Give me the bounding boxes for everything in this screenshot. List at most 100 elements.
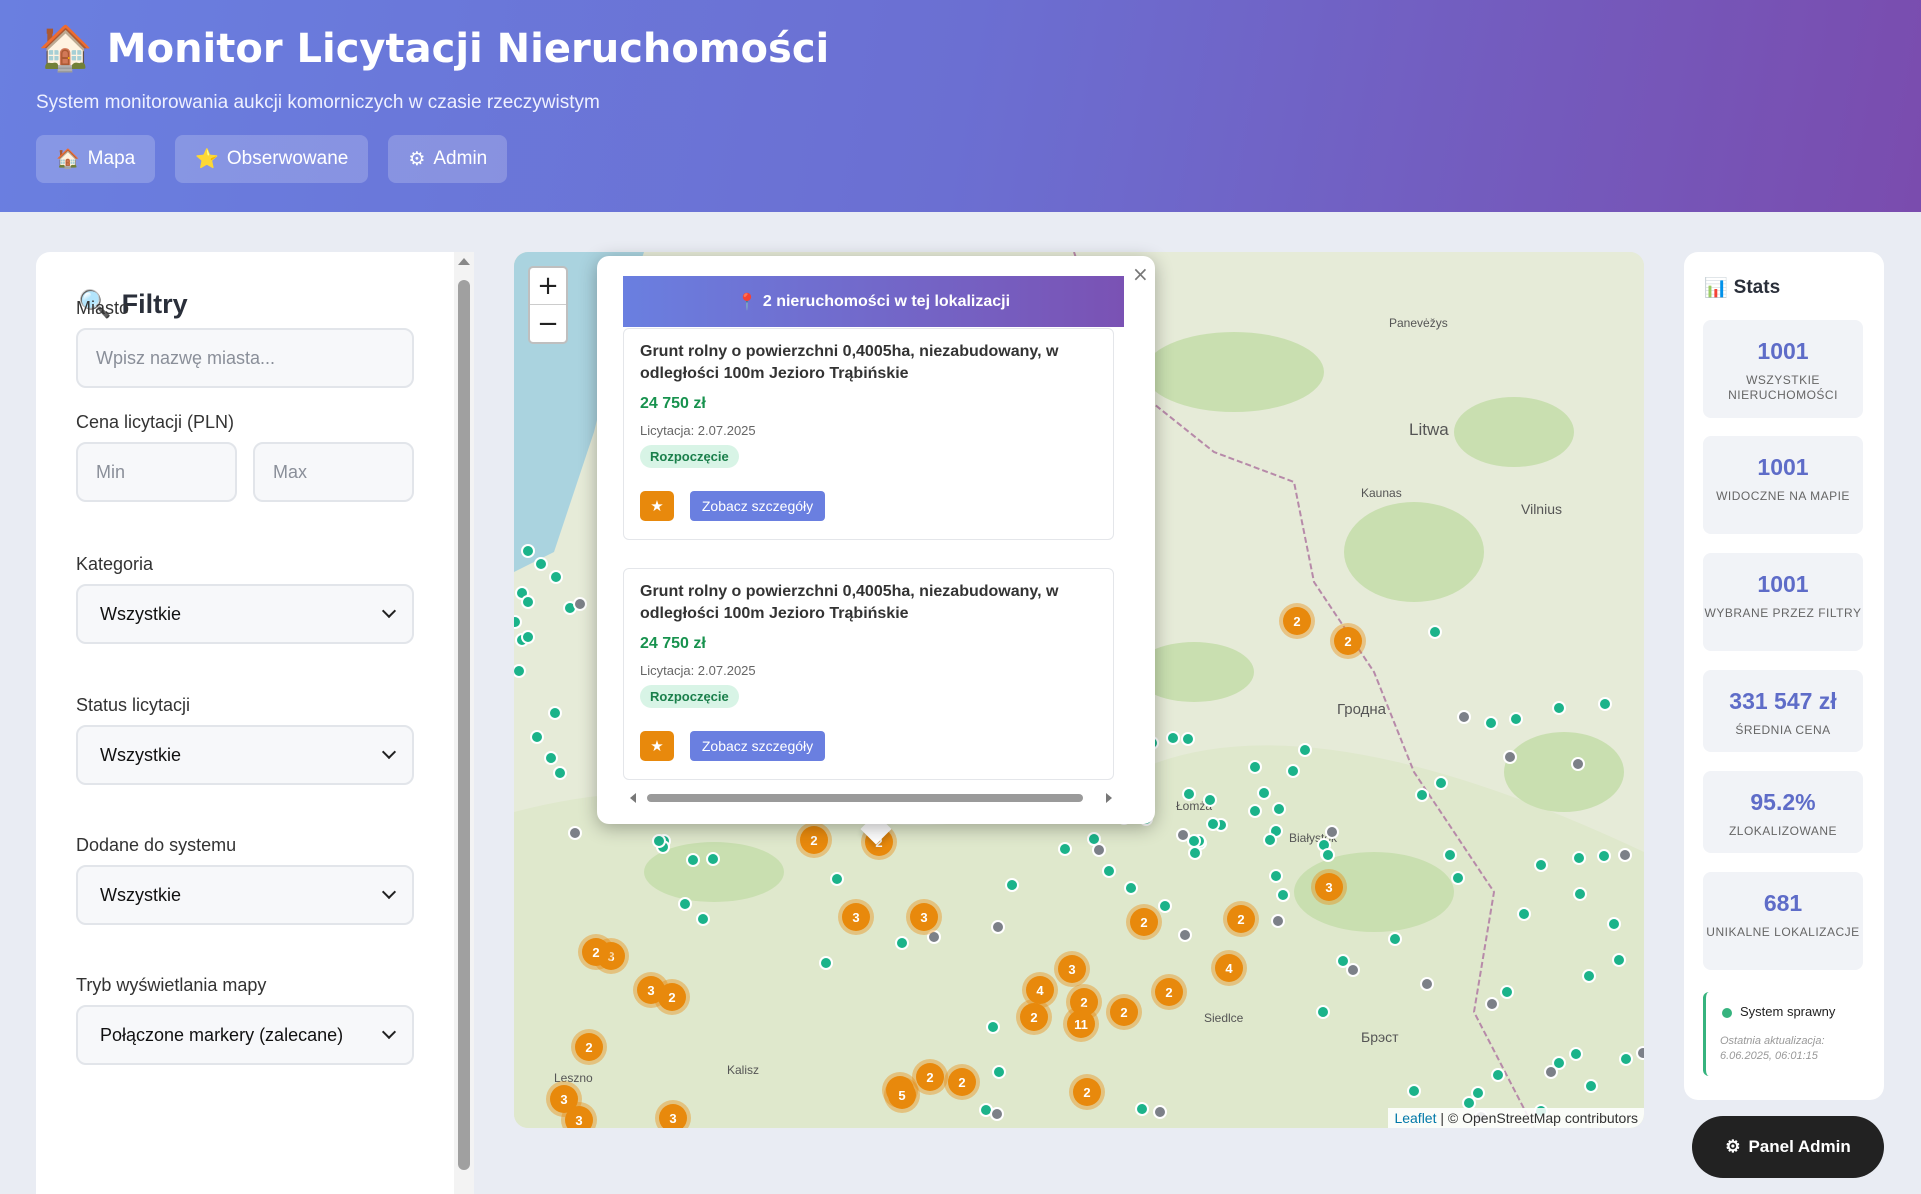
zoom-out-button[interactable]: − (530, 305, 566, 342)
property-marker[interactable] (1471, 1086, 1485, 1100)
property-marker[interactable] (1248, 760, 1262, 774)
city-input[interactable]: Wpisz nazwę miasta... (76, 328, 414, 388)
marker-cluster[interactable]: 3 (633, 972, 669, 1008)
added-select[interactable]: Wszystkie (76, 865, 414, 925)
property-marker[interactable] (1321, 848, 1335, 862)
marker-cluster[interactable]: 3 (1311, 869, 1347, 905)
marker-cluster[interactable]: 2 (1106, 994, 1142, 1030)
property-marker[interactable] (1598, 697, 1612, 711)
property-marker[interactable] (1503, 750, 1517, 764)
property-marker[interactable] (1572, 851, 1586, 865)
marker-cluster[interactable]: 2 (796, 822, 832, 858)
property-marker[interactable] (1269, 869, 1283, 883)
property-marker[interactable] (1316, 1005, 1330, 1019)
property-marker[interactable] (549, 570, 563, 584)
property-marker[interactable] (1102, 864, 1116, 878)
marker-cluster[interactable]: 3 (906, 899, 942, 935)
property-marker[interactable] (1569, 1047, 1583, 1061)
property-marker[interactable] (1166, 731, 1180, 745)
property-marker[interactable] (990, 1107, 1004, 1121)
marker-cluster[interactable]: 2 (578, 934, 614, 970)
scroll-right-arrow[interactable] (1106, 793, 1112, 803)
price-max-input[interactable]: Max (253, 442, 414, 502)
property-marker[interactable] (1271, 914, 1285, 928)
property-marker[interactable] (1517, 907, 1531, 921)
property-marker[interactable] (652, 834, 666, 848)
marker-cluster[interactable]: 11 (1063, 1006, 1099, 1042)
property-marker[interactable] (1552, 701, 1566, 715)
scrollbar-thumb[interactable] (647, 794, 1083, 802)
marker-cluster[interactable]: 2 (1223, 901, 1259, 937)
property-marker[interactable] (1457, 710, 1471, 724)
property-marker[interactable] (1484, 716, 1498, 730)
property-marker[interactable] (1257, 786, 1271, 800)
property-marker[interactable] (1428, 625, 1442, 639)
property-marker[interactable] (553, 766, 567, 780)
property-marker[interactable] (534, 557, 548, 571)
property-marker[interactable] (1607, 917, 1621, 931)
property-marker[interactable] (1582, 969, 1596, 983)
property-marker[interactable] (514, 664, 526, 678)
property-marker[interactable] (1636, 1046, 1644, 1060)
property-marker[interactable] (1420, 977, 1434, 991)
property-marker[interactable] (1276, 888, 1290, 902)
property-marker[interactable] (1544, 1065, 1558, 1079)
property-marker[interactable] (1124, 881, 1138, 895)
property-marker[interactable] (514, 615, 522, 629)
property-marker[interactable] (992, 1065, 1006, 1079)
map-mode-select[interactable]: Połączone markery (zalecane) (76, 1005, 414, 1065)
marker-cluster[interactable]: 2 (1151, 974, 1187, 1010)
nav-map-button[interactable]: 🏠 Mapa (36, 135, 156, 183)
property-marker[interactable] (1286, 764, 1300, 778)
property-marker[interactable] (530, 730, 544, 744)
property-marker[interactable] (1187, 834, 1201, 848)
property-marker[interactable] (568, 826, 582, 840)
property-marker[interactable] (1298, 743, 1312, 757)
property-marker[interactable] (986, 1020, 1000, 1034)
category-select[interactable]: Wszystkie (76, 584, 414, 644)
property-marker[interactable] (1407, 1084, 1421, 1098)
property-marker[interactable] (1619, 1052, 1633, 1066)
property-marker[interactable] (830, 872, 844, 886)
marker-cluster[interactable]: 2 (944, 1064, 980, 1100)
zoom-in-button[interactable]: + (530, 268, 566, 305)
property-marker[interactable] (1346, 963, 1360, 977)
property-marker[interactable] (1182, 787, 1196, 801)
price-min-input[interactable]: Min (76, 442, 237, 502)
property-marker[interactable] (1573, 887, 1587, 901)
marker-cluster[interactable]: 5 (884, 1077, 920, 1113)
details-button[interactable]: Zobacz szczegóły (690, 731, 825, 761)
property-marker[interactable] (1181, 732, 1195, 746)
property-marker[interactable] (1188, 846, 1202, 860)
property-marker[interactable] (819, 956, 833, 970)
property-marker[interactable] (548, 706, 562, 720)
marker-cluster[interactable]: 3 (838, 899, 874, 935)
property-marker[interactable] (696, 912, 710, 926)
property-marker[interactable] (521, 544, 535, 558)
property-marker[interactable] (1571, 757, 1585, 771)
property-marker[interactable] (1618, 848, 1632, 862)
property-marker[interactable] (1087, 832, 1101, 846)
property-marker[interactable] (991, 920, 1005, 934)
scroll-up-arrow[interactable] (458, 258, 470, 265)
marker-cluster[interactable]: 3 (1054, 951, 1090, 987)
property-marker[interactable] (1443, 848, 1457, 862)
leaflet-link[interactable]: Leaflet (1394, 1110, 1436, 1126)
marker-cluster[interactable]: 2 (1069, 1074, 1105, 1110)
property-marker[interactable] (544, 751, 558, 765)
property-marker[interactable] (1272, 802, 1286, 816)
property-marker[interactable] (521, 630, 535, 644)
scroll-left-arrow[interactable] (630, 793, 636, 803)
nav-watched-button[interactable]: ⭐ Obserwowane (175, 135, 369, 183)
property-marker[interactable] (1500, 985, 1514, 999)
property-marker[interactable] (1336, 954, 1350, 968)
marker-cluster[interactable]: 2 (1330, 623, 1366, 659)
property-marker[interactable] (1325, 825, 1339, 839)
property-marker[interactable] (1509, 712, 1523, 726)
watch-star-button[interactable]: ★ (640, 491, 674, 521)
property-marker[interactable] (1158, 899, 1172, 913)
property-marker[interactable] (1178, 928, 1192, 942)
property-marker[interactable] (1434, 776, 1448, 790)
admin-panel-button[interactable]: ⚙ Panel Admin (1692, 1116, 1884, 1178)
marker-cluster[interactable]: 2 (1016, 999, 1052, 1035)
